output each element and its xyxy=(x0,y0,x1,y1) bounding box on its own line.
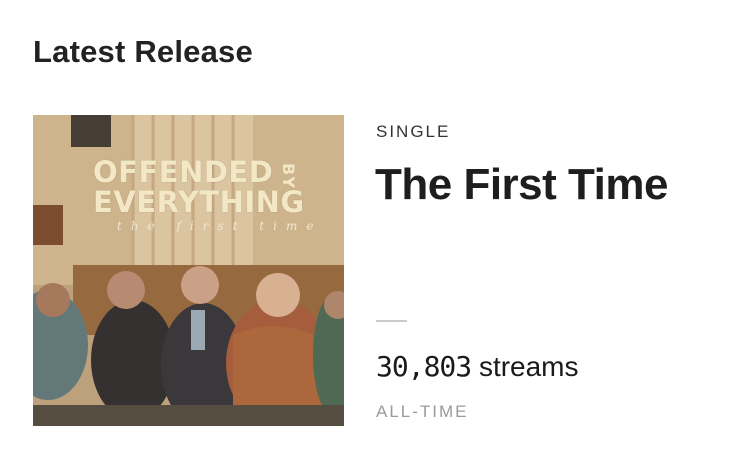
streams-count: 30,803 streams xyxy=(376,350,579,383)
album-cover-photo xyxy=(33,115,344,426)
latest-release-card: Latest Release OFFENDED EVERYTHING BY th… xyxy=(0,0,750,467)
album-cover[interactable]: OFFENDED EVERYTHING BY the first time xyxy=(33,115,344,426)
streams-label: streams xyxy=(478,351,579,382)
release-title-link[interactable]: The First Time xyxy=(375,160,668,210)
section-title: Latest Release xyxy=(33,34,253,69)
streams-period: ALL-TIME xyxy=(376,402,469,421)
streams-number: 30,803 xyxy=(376,350,472,383)
divider xyxy=(376,320,407,322)
release-type: SINGLE xyxy=(376,122,451,141)
